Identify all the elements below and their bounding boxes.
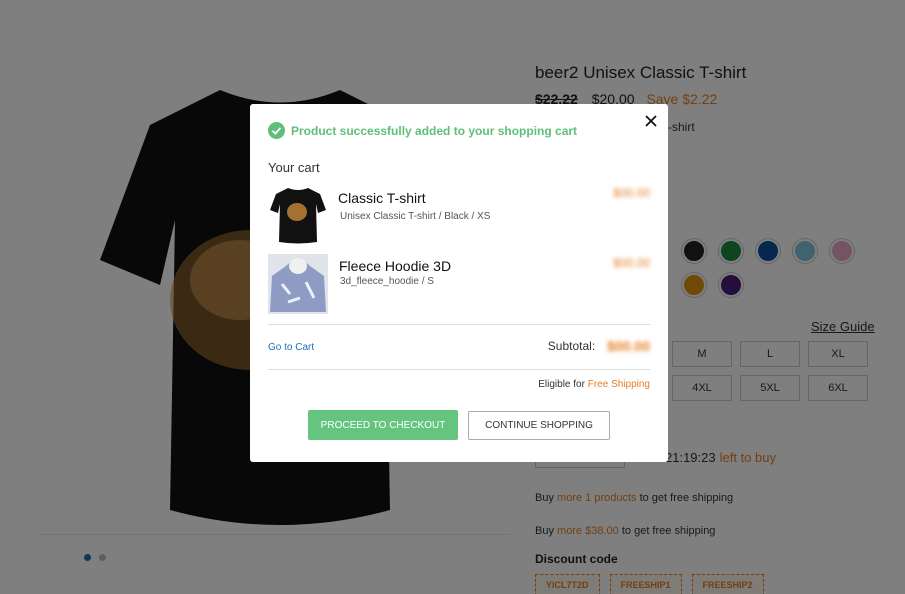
close-icon[interactable] xyxy=(644,114,658,128)
cart-item-name[interactable]: Classic T-shirt xyxy=(338,190,426,206)
divider xyxy=(268,369,650,370)
subtotal-label: Subtotal: xyxy=(547,339,596,353)
success-message: Product successfully added to your shopp… xyxy=(291,123,578,138)
eligible-highlight: Free Shipping xyxy=(587,379,650,390)
cart-item-price: $00.00 xyxy=(613,256,650,270)
proceed-to-checkout-button[interactable]: PROCEED TO CHECKOUT xyxy=(308,410,458,440)
success-notice: Product successfully added to your shopp… xyxy=(268,122,577,139)
price-value: $00.00 xyxy=(613,256,650,270)
cart-item-variant: 3d_fleece_hoodie / S xyxy=(340,276,434,287)
subtotal: Subtotal: $00.00 xyxy=(548,338,650,354)
price-value: $00.00 xyxy=(613,186,650,200)
cart-title: Your cart xyxy=(268,160,320,175)
free-shipping-eligibility: Eligible for Free Shipping xyxy=(538,379,650,390)
cart-item-price: $00.00 xyxy=(613,186,650,200)
cart-item-thumbnail[interactable] xyxy=(268,254,328,314)
eligible-text: Eligible for xyxy=(538,379,585,390)
continue-shopping-button[interactable]: CONTINUE SHOPPING xyxy=(468,411,610,440)
cart-item-variant: Unisex Classic T-shirt / Black / XS xyxy=(340,211,491,222)
divider xyxy=(268,324,650,325)
go-to-cart-link[interactable]: Go to Cart xyxy=(268,342,314,353)
check-circle-icon xyxy=(268,122,285,139)
subtotal-value: $00.00 xyxy=(607,338,650,354)
add-to-cart-modal: Product successfully added to your shopp… xyxy=(250,104,668,462)
cart-item-name[interactable]: Fleece Hoodie 3D xyxy=(339,258,451,274)
cart-item-thumbnail[interactable] xyxy=(268,184,328,244)
